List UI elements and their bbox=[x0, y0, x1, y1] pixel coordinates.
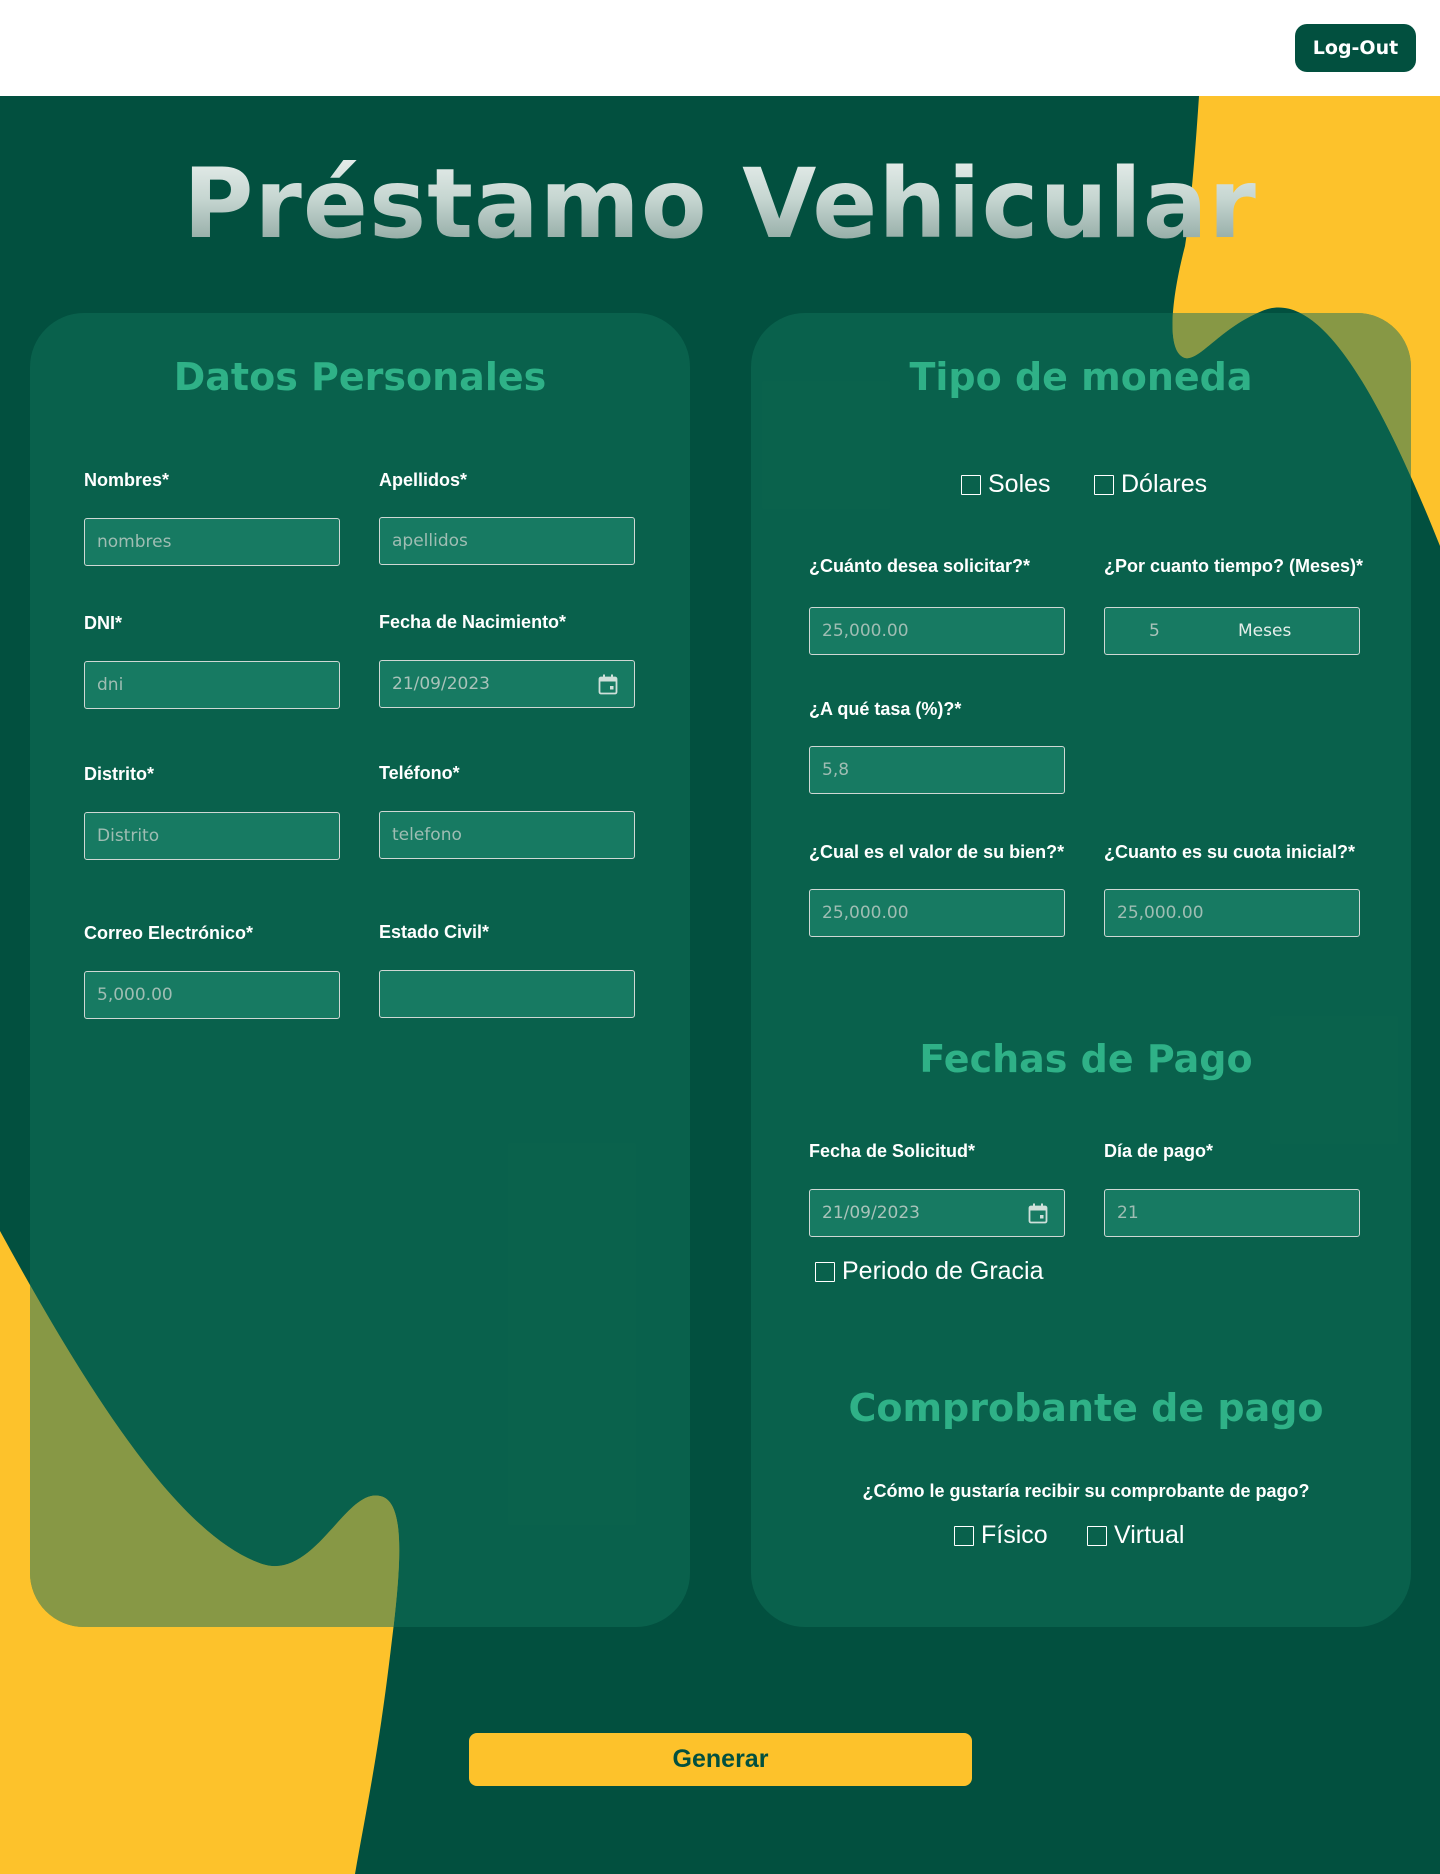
apellidos-input[interactable] bbox=[392, 531, 634, 551]
rate-input[interactable] bbox=[822, 760, 1064, 780]
calendar-icon[interactable] bbox=[1028, 1203, 1048, 1224]
telefono-field[interactable] bbox=[379, 811, 635, 859]
payment-dates-title: Fechas de Pago bbox=[919, 1037, 1253, 1081]
soles-label: Soles bbox=[988, 470, 1051, 498]
nombres-field[interactable] bbox=[84, 518, 340, 566]
nombres-input[interactable] bbox=[97, 532, 339, 552]
request-date-label: Fecha de Solicitud* bbox=[809, 1141, 976, 1161]
grace-period-label: Periodo de Gracia bbox=[842, 1257, 1044, 1285]
nombres-label: Nombres* bbox=[84, 470, 170, 490]
correo-input[interactable] bbox=[97, 985, 339, 1005]
personal-data-card: Datos Personales Nombres* Apellidos* DNI… bbox=[30, 313, 690, 1627]
main-area: Préstamo Vehicular Datos Personales Nomb… bbox=[0, 96, 1440, 1874]
loan-details-card: Tipo de moneda Soles Dólares ¿Cuánto des… bbox=[751, 313, 1411, 1627]
fisico-checkbox-box[interactable] bbox=[954, 1525, 974, 1546]
apellidos-label: Apellidos* bbox=[379, 470, 468, 490]
amount-label: ¿Cuánto desea solicitar?* bbox=[809, 556, 1031, 576]
payment-day-field[interactable] bbox=[1104, 1189, 1360, 1237]
term-value: 5 bbox=[1149, 621, 1160, 641]
asset-value-label: ¿Cual es el valor de su bien?* bbox=[809, 842, 1065, 862]
page-title: Préstamo Vehicular bbox=[0, 148, 1440, 260]
virtual-checkbox[interactable]: Virtual bbox=[1087, 1521, 1184, 1550]
personal-data-title: Datos Personales bbox=[173, 355, 547, 399]
soles-checkbox-box[interactable] bbox=[961, 474, 981, 495]
dolares-checkbox-box[interactable] bbox=[1094, 474, 1114, 495]
correo-label: Correo Electrónico* bbox=[84, 923, 254, 943]
estado-civil-label: Estado Civil* bbox=[379, 922, 490, 942]
telefono-input[interactable] bbox=[392, 825, 634, 845]
dni-input[interactable] bbox=[97, 675, 339, 695]
calendar-icon[interactable] bbox=[598, 674, 618, 695]
birthdate-field[interactable]: 21/09/2023 bbox=[379, 660, 635, 708]
estado-civil-input[interactable] bbox=[392, 984, 634, 1004]
amount-field[interactable] bbox=[809, 607, 1065, 655]
virtual-checkbox-box[interactable] bbox=[1087, 1525, 1107, 1546]
virtual-label: Virtual bbox=[1114, 1521, 1185, 1549]
top-bar: Log-Out bbox=[0, 0, 1440, 96]
apellidos-field[interactable] bbox=[379, 517, 635, 565]
request-date-field[interactable]: 21/09/2023 bbox=[809, 1189, 1065, 1237]
request-date-value: 21/09/2023 bbox=[822, 1203, 920, 1223]
telefono-label: Teléfono* bbox=[379, 763, 460, 783]
distrito-field[interactable] bbox=[84, 812, 340, 860]
dolares-label: Dólares bbox=[1121, 470, 1208, 498]
birthdate-value: 21/09/2023 bbox=[392, 674, 490, 694]
term-field[interactable]: 5 Meses bbox=[1104, 607, 1360, 655]
down-payment-label: ¿Cuanto es su cuota inicial?* bbox=[1104, 842, 1356, 862]
currency-title: Tipo de moneda bbox=[909, 355, 1253, 399]
soles-checkbox[interactable]: Soles bbox=[961, 470, 1051, 499]
term-label: ¿Por cuanto tiempo? (Meses)* bbox=[1104, 556, 1364, 576]
grace-period-checkbox-box[interactable] bbox=[815, 1261, 835, 1282]
down-payment-input[interactable] bbox=[1117, 903, 1359, 923]
payment-day-input[interactable] bbox=[1117, 1203, 1359, 1223]
down-payment-field[interactable] bbox=[1104, 889, 1360, 937]
generate-button[interactable]: Generar bbox=[469, 1733, 972, 1786]
payment-day-label: Día de pago* bbox=[1104, 1141, 1214, 1161]
logout-button[interactable]: Log-Out bbox=[1295, 24, 1416, 72]
distrito-input[interactable] bbox=[97, 826, 339, 846]
dni-label: DNI* bbox=[84, 613, 123, 633]
amount-input[interactable] bbox=[822, 621, 1064, 641]
term-suffix: Meses bbox=[1238, 621, 1292, 641]
fisico-checkbox[interactable]: Físico bbox=[954, 1521, 1048, 1550]
estado-civil-field[interactable] bbox=[379, 970, 635, 1018]
fisico-label: Físico bbox=[981, 1521, 1048, 1549]
correo-field[interactable] bbox=[84, 971, 340, 1019]
asset-value-input[interactable] bbox=[822, 903, 1064, 923]
dni-field[interactable] bbox=[84, 661, 340, 709]
grace-period-checkbox[interactable]: Periodo de Gracia bbox=[815, 1257, 1044, 1286]
receipt-title: Comprobante de pago bbox=[848, 1386, 1324, 1430]
distrito-label: Distrito* bbox=[84, 764, 155, 784]
dolares-checkbox[interactable]: Dólares bbox=[1094, 470, 1207, 499]
asset-value-field[interactable] bbox=[809, 889, 1065, 937]
rate-label: ¿A qué tasa (%)?* bbox=[809, 699, 962, 719]
birthdate-label: Fecha de Nacimiento* bbox=[379, 612, 567, 632]
receipt-question: ¿Cómo le gustaría recibir su comprobante… bbox=[862, 1481, 1310, 1501]
rate-field[interactable] bbox=[809, 746, 1065, 794]
